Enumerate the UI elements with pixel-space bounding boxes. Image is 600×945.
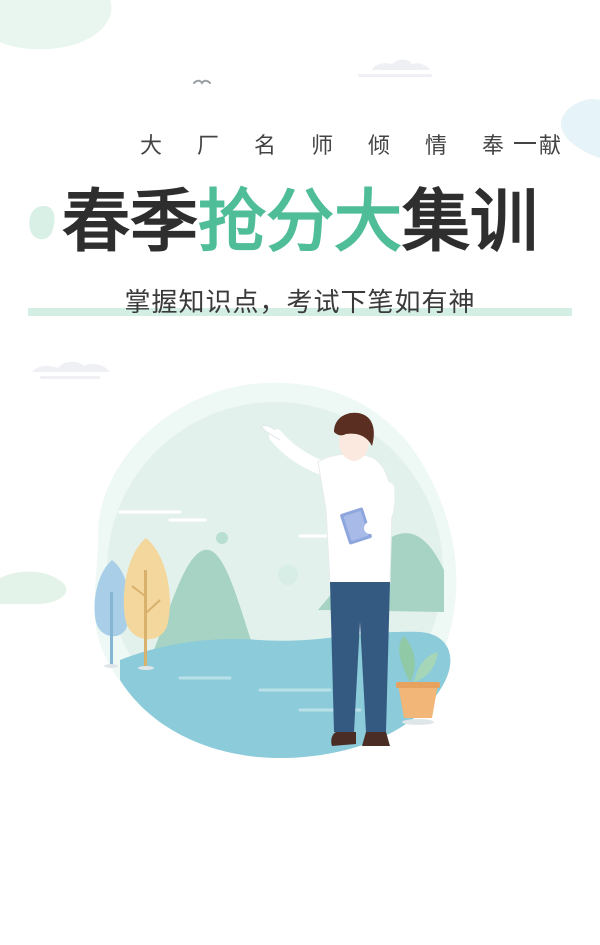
cloud-top <box>358 59 432 77</box>
headline-part-2: 抢分大 <box>197 183 402 262</box>
cloud-left <box>22 361 110 379</box>
bird-icon <box>193 79 211 85</box>
eyebrow-text: 大 厂 名 师 倾 情 奉 献 <box>140 134 575 159</box>
promo-page: 大 厂 名 师 倾 情 奉 献 春季抢分大集训 掌握知识点，考试下笔如有神 <box>0 0 600 945</box>
headline-part-1: 春季 <box>61 183 198 262</box>
left-ground-blob <box>0 571 67 604</box>
headline-part-3: 集训 <box>402 183 539 262</box>
headline: 春季抢分大集训 <box>0 180 600 266</box>
tagline: 掌握知识点，考试下笔如有神 <box>124 288 476 318</box>
teacher-illustration <box>0 361 457 758</box>
top-left-blob <box>0 0 112 50</box>
eyebrow-dash <box>514 142 536 144</box>
